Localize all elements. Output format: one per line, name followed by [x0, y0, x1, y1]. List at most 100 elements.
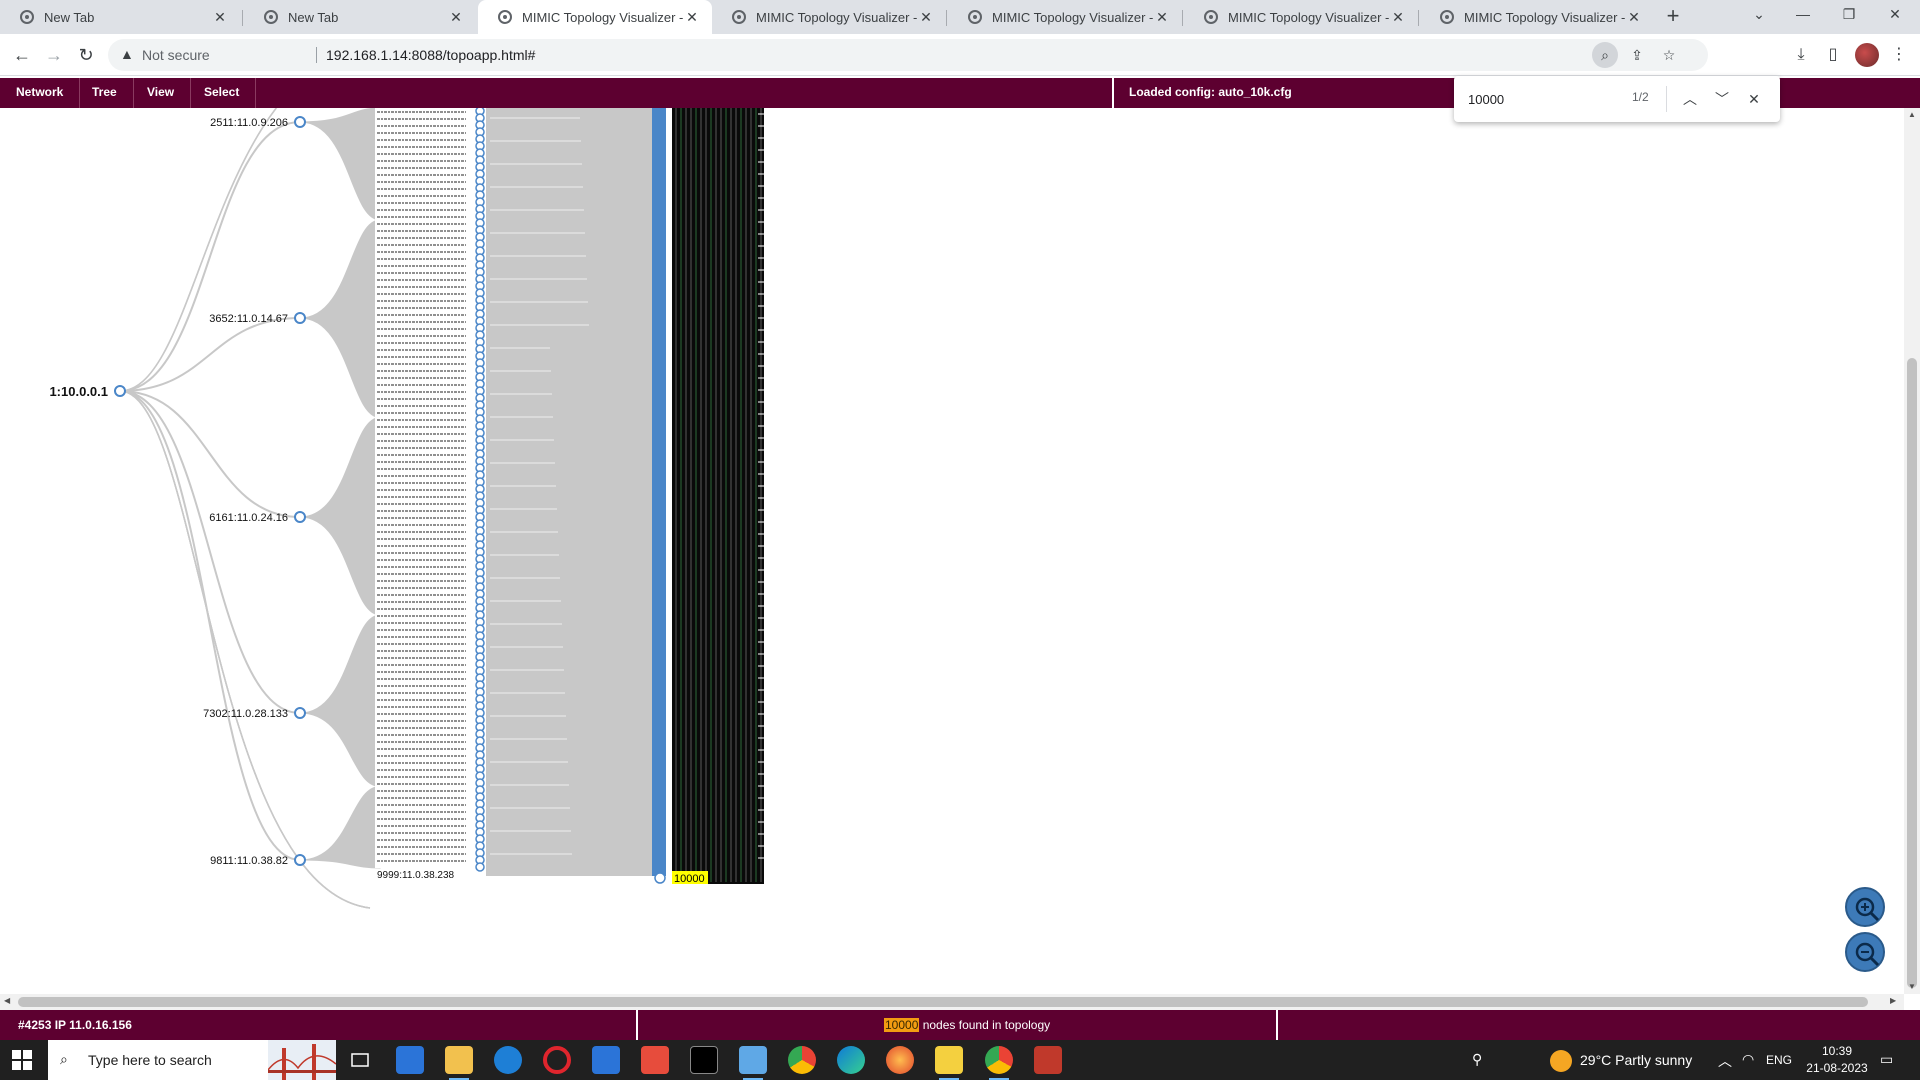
tab-separator: [242, 10, 243, 26]
file-explorer-icon[interactable]: [445, 1046, 473, 1080]
weather-sun-icon[interactable]: [1550, 1050, 1572, 1072]
tab-topology-visualizer-5[interactable]: MIMIC Topology Visualizer - 192 ✕: [1420, 0, 1654, 34]
horizontal-scroll-thumb[interactable]: [18, 997, 1868, 1007]
clock-time[interactable]: 10:39: [1802, 1044, 1872, 1058]
tab-new-tab-1[interactable]: New Tab ✕: [0, 0, 240, 34]
forward-arrow-icon[interactable]: →: [40, 41, 68, 69]
child-node[interactable]: [294, 116, 306, 128]
mail-icon[interactable]: [592, 1046, 620, 1074]
tab-topology-visualizer-3[interactable]: MIMIC Topology Visualizer - 192 ✕: [948, 0, 1182, 34]
weather-text[interactable]: 29°C Partly sunny: [1580, 1052, 1692, 1068]
root-node[interactable]: [114, 385, 126, 397]
edge-icon[interactable]: [837, 1046, 865, 1074]
child-node[interactable]: [294, 312, 306, 324]
horizontal-scrollbar[interactable]: ◀ ▶: [0, 994, 1904, 1010]
child-node-label[interactable]: 7302:11.0.28.133: [203, 708, 288, 720]
close-tab-icon[interactable]: ✕: [448, 9, 464, 26]
find-previous-icon[interactable]: ︿: [1678, 87, 1702, 111]
child-node-label[interactable]: 3652:11.0.14.67: [209, 313, 288, 325]
search-match-node-label[interactable]: 10000: [674, 873, 705, 885]
reload-icon[interactable]: ↻: [72, 41, 100, 69]
clock-date[interactable]: 21-08-2023: [1802, 1061, 1872, 1075]
find-in-page-icon[interactable]: ⌕: [1592, 42, 1618, 68]
back-arrow-icon[interactable]: ←: [8, 41, 36, 69]
root-node-label[interactable]: 1:10.0.0.1: [49, 384, 108, 399]
zoom-in-button[interactable]: [1845, 887, 1885, 927]
tab-search-chevron-icon[interactable]: ⌄: [1736, 0, 1782, 30]
close-tab-icon[interactable]: ✕: [212, 9, 228, 26]
child-node[interactable]: [294, 707, 306, 719]
microsoft-store-icon[interactable]: [396, 1046, 424, 1074]
child-node-label[interactable]: 6161:11.0.24.16: [209, 512, 288, 524]
tray-chevron-icon[interactable]: ︿: [1718, 1051, 1732, 1071]
selected-leaf-node[interactable]: [654, 872, 666, 884]
task-view-icon[interactable]: [346, 1046, 374, 1074]
topology-tree-svg[interactable]: 1:10.0.0.1 2511:11.0.9.206 3652:11.0.14.67…: [0, 108, 1904, 994]
chrome-icon[interactable]: [788, 1046, 816, 1074]
scroll-up-icon[interactable]: ▲: [1904, 110, 1920, 119]
more-menu-icon[interactable]: ⋮: [1886, 42, 1912, 68]
anydesk-icon[interactable]: [641, 1046, 669, 1074]
paint-icon[interactable]: [935, 1046, 963, 1080]
windows-start-icon[interactable]: [12, 1050, 32, 1070]
topology-canvas[interactable]: 1:10.0.0.1 2511:11.0.9.206 3652:11.0.14.67…: [0, 108, 1904, 994]
url-text[interactable]: 192.168.1.14:8088/topoapp.html#: [326, 47, 535, 63]
close-tab-icon[interactable]: ✕: [684, 9, 700, 26]
scroll-left-icon[interactable]: ◀: [4, 996, 10, 1005]
restore-icon[interactable]: ❐: [1826, 0, 1872, 30]
search-icon: ⌕: [60, 1051, 68, 1067]
menu-select[interactable]: Select: [188, 78, 257, 108]
notifications-icon[interactable]: ▭: [1880, 1051, 1893, 1068]
browser-tab-strip: New Tab ✕ New Tab ✕ MIMIC Topology Visua…: [0, 0, 1920, 34]
new-tab-button[interactable]: +: [1660, 4, 1686, 30]
tab-new-tab-2[interactable]: New Tab ✕: [244, 0, 476, 34]
find-next-icon[interactable]: ﹀: [1710, 87, 1734, 111]
child-node[interactable]: [294, 511, 306, 523]
close-tab-icon[interactable]: ✕: [918, 9, 934, 26]
app-launcher-icon[interactable]: [1034, 1046, 1062, 1074]
grandchild-node[interactable]: [475, 862, 485, 872]
opera-icon[interactable]: [543, 1046, 571, 1074]
input-language[interactable]: ENG: [1766, 1053, 1792, 1067]
side-panel-icon[interactable]: ▯: [1820, 42, 1846, 68]
menu-view[interactable]: View: [131, 78, 192, 108]
address-bar[interactable]: ▲ Not secure 192.168.1.14:8088/topoapp.h…: [108, 39, 1708, 71]
security-label[interactable]: Not secure: [142, 47, 210, 63]
people-icon[interactable]: ⚲: [1472, 1051, 1482, 1068]
tab-label: MIMIC Topology Visualizer - 192: [992, 9, 1154, 25]
menu-network[interactable]: Network: [0, 78, 81, 108]
outlook-icon[interactable]: [494, 1046, 522, 1074]
zoom-in-icon: [1855, 897, 1880, 922]
chrome-profile-icon[interactable]: [985, 1046, 1013, 1080]
close-tab-icon[interactable]: ✕: [1154, 9, 1170, 26]
tab-topology-visualizer-active[interactable]: MIMIC Topology Visualizer - 192 ✕: [478, 0, 712, 34]
scroll-down-icon[interactable]: ▼: [1904, 982, 1920, 991]
close-tab-icon[interactable]: ✕: [1626, 9, 1642, 26]
warning-triangle-icon[interactable]: ▲: [120, 46, 134, 62]
profile-avatar[interactable]: [1855, 43, 1879, 67]
great-grandchild-node-column[interactable]: [652, 108, 666, 876]
child-node-label[interactable]: 2511:11.0.9.206: [210, 117, 288, 129]
find-close-icon[interactable]: ✕: [1742, 87, 1766, 111]
menu-tree[interactable]: Tree: [76, 78, 134, 108]
tab-topology-visualizer-2[interactable]: MIMIC Topology Visualizer - 192 ✕: [712, 0, 946, 34]
close-tab-icon[interactable]: ✕: [1390, 9, 1406, 26]
share-icon[interactable]: ⇪: [1626, 45, 1648, 65]
wifi-icon[interactable]: ◠: [1742, 1051, 1754, 1068]
taskbar-search-box[interactable]: ⌕ Type here to search: [48, 1040, 336, 1080]
minimize-icon[interactable]: —: [1780, 0, 1826, 30]
virtualbox-icon[interactable]: [739, 1046, 767, 1080]
zoom-out-button[interactable]: [1845, 932, 1885, 972]
download-icon[interactable]: ⤓: [1788, 42, 1814, 68]
tab-topology-visualizer-4[interactable]: MIMIC Topology Visualizer - 192 ✕: [1184, 0, 1418, 34]
child-node-label[interactable]: 9811:11.0.38.82: [210, 855, 288, 867]
child-node[interactable]: [294, 854, 306, 866]
vertical-scroll-thumb[interactable]: [1907, 358, 1917, 988]
firefox-icon[interactable]: [886, 1046, 914, 1074]
vertical-scrollbar[interactable]: ▲ ▼: [1904, 108, 1920, 994]
bookmark-star-icon[interactable]: ☆: [1658, 45, 1680, 65]
last-grandchild-label[interactable]: 9999:11.0.38.238: [377, 870, 455, 881]
terminal-icon[interactable]: [690, 1046, 718, 1074]
close-window-icon[interactable]: ✕: [1872, 0, 1918, 30]
scroll-right-icon[interactable]: ▶: [1890, 996, 1896, 1005]
